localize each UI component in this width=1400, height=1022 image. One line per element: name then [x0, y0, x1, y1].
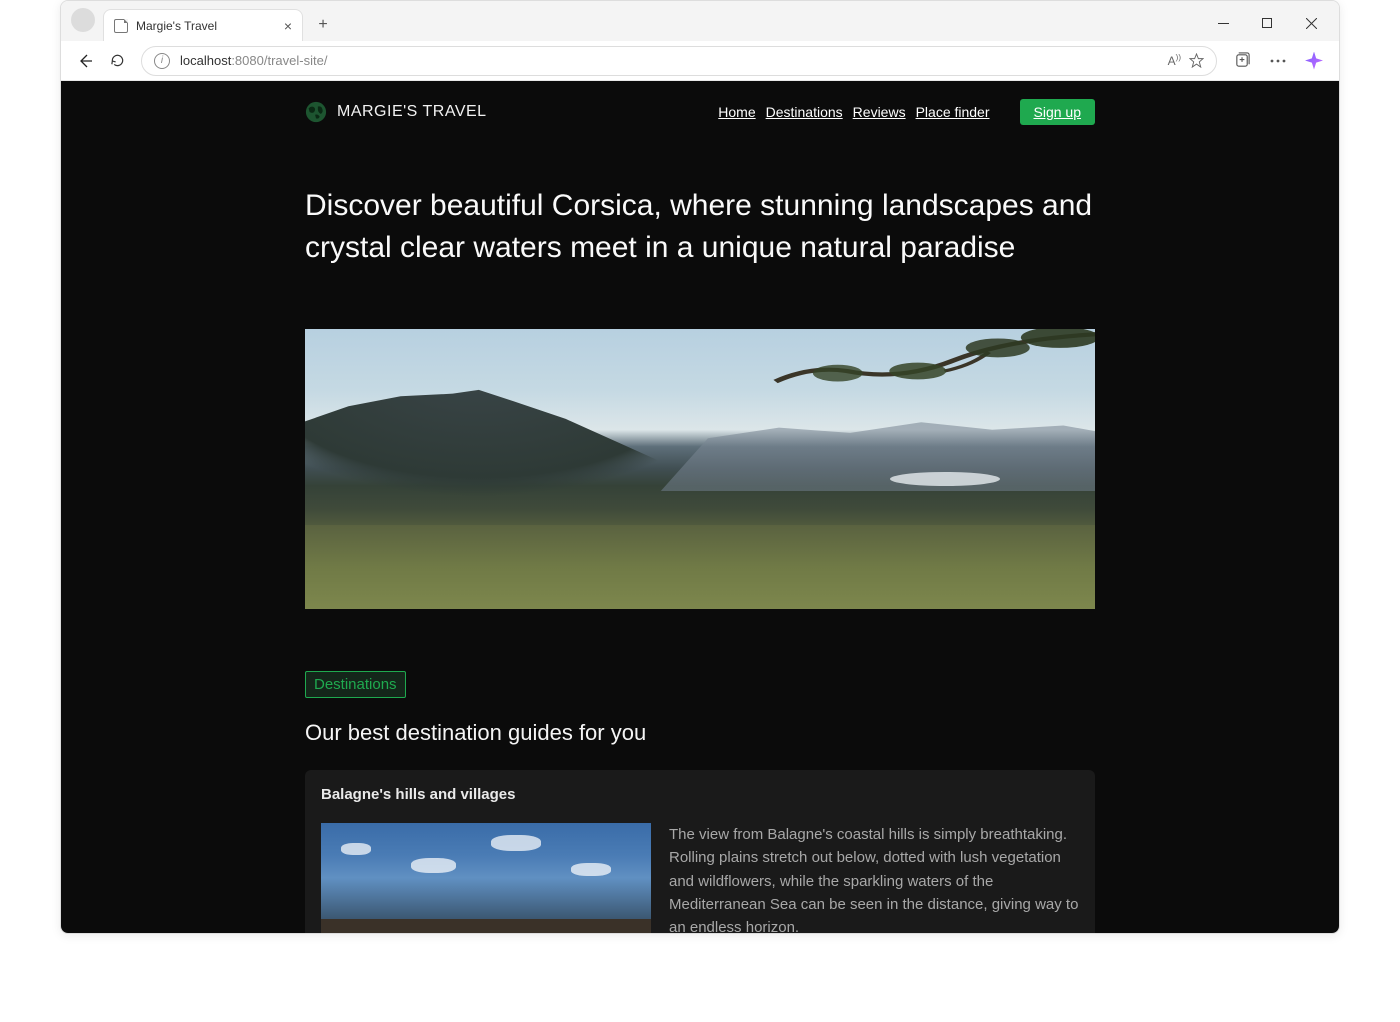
minimize-button[interactable]: [1201, 7, 1245, 39]
refresh-button[interactable]: [101, 45, 133, 77]
address-bar[interactable]: i localhost:8080/travel-site/ A)): [141, 46, 1217, 76]
site-logo[interactable]: MARGIE'S TRAVEL: [305, 101, 487, 123]
tab-title: Margie's Travel: [136, 19, 217, 33]
url-port: :8080: [231, 53, 264, 68]
menu-icon[interactable]: [1261, 46, 1295, 76]
card-image: [321, 823, 651, 933]
copilot-icon[interactable]: [1297, 46, 1331, 76]
signup-button[interactable]: Sign up: [1020, 99, 1095, 125]
favorite-icon[interactable]: [1189, 53, 1204, 68]
toolbar-icons: [1225, 46, 1331, 76]
browser-window: Margie's Travel × + i localhost:8080/tra…: [60, 0, 1340, 934]
read-aloud-icon[interactable]: A)): [1168, 53, 1181, 68]
hero-image: [305, 329, 1095, 609]
section-tag: Destinations: [305, 671, 406, 698]
browser-tab-bar: Margie's Travel × +: [61, 1, 1339, 41]
back-button[interactable]: [69, 45, 101, 77]
collections-icon[interactable]: [1225, 46, 1259, 76]
site-info-icon[interactable]: i: [154, 53, 170, 69]
maximize-button[interactable]: [1245, 7, 1289, 39]
content-container: MARGIE'S TRAVEL Home Destinations Review…: [305, 81, 1095, 933]
url-host: localhost: [180, 53, 231, 68]
profile-avatar[interactable]: [71, 8, 95, 32]
url-path: /travel-site/: [264, 53, 328, 68]
address-bar-actions: A)): [1168, 53, 1204, 68]
card-title: Balagne's hills and villages: [321, 786, 1079, 803]
window-controls: [1201, 5, 1333, 41]
browser-tab[interactable]: Margie's Travel ×: [103, 9, 303, 41]
card-body: The view from Balagne's coastal hills is…: [321, 823, 1079, 933]
destination-card[interactable]: Balagne's hills and villages The view fr…: [305, 770, 1095, 933]
hero-heading: Discover beautiful Corsica, where stunni…: [305, 185, 1095, 269]
section-title: Our best destination guides for you: [305, 720, 1095, 746]
globe-icon: [305, 101, 327, 123]
nav-destinations[interactable]: Destinations: [766, 104, 843, 120]
page-viewport[interactable]: MARGIE'S TRAVEL Home Destinations Review…: [61, 81, 1339, 933]
new-tab-button[interactable]: +: [309, 11, 337, 39]
site-header: MARGIE'S TRAVEL Home Destinations Review…: [305, 99, 1095, 125]
nav-place-finder[interactable]: Place finder: [916, 104, 990, 120]
nav-reviews[interactable]: Reviews: [853, 104, 906, 120]
nav-home[interactable]: Home: [718, 104, 755, 120]
browser-toolbar: i localhost:8080/travel-site/ A)): [61, 41, 1339, 81]
card-description: The view from Balagne's coastal hills is…: [669, 823, 1079, 933]
close-window-button[interactable]: [1289, 7, 1333, 39]
page-icon: [114, 19, 128, 33]
close-tab-icon[interactable]: ×: [284, 18, 292, 34]
main-nav: Home Destinations Reviews Place finder: [718, 104, 989, 120]
brand-name: MARGIE'S TRAVEL: [337, 103, 487, 121]
